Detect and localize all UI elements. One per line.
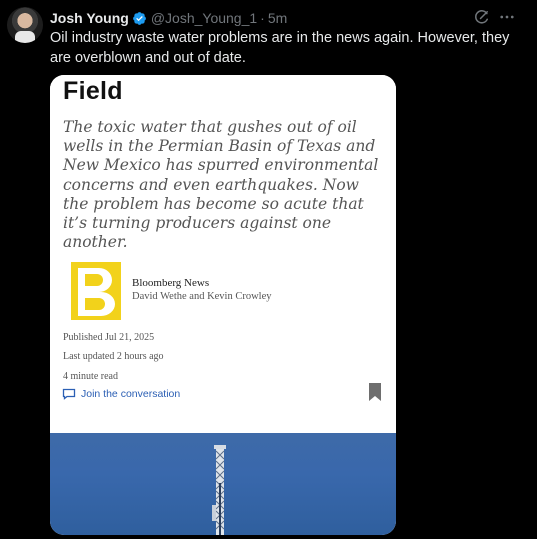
bookmark-icon[interactable] xyxy=(368,382,382,402)
article-image[interactable] xyxy=(50,433,396,535)
author-name[interactable]: Josh Young xyxy=(50,10,129,26)
publication-name: Bloomberg News xyxy=(132,277,210,289)
bloomberg-logo: B xyxy=(63,262,121,320)
tweet-text: Oil industry waste water problems are in… xyxy=(50,30,510,66)
more-icon[interactable] xyxy=(498,8,516,26)
author-handle[interactable]: @Josh_Young_1 xyxy=(151,10,257,26)
article-card[interactable]: Field The toxic water that gushes out of… xyxy=(50,75,396,535)
oil-rig-image xyxy=(212,445,226,535)
join-conversation-link[interactable]: Join the conversation xyxy=(62,388,180,400)
grok-icon[interactable] xyxy=(473,8,491,26)
separator-dot: · xyxy=(260,10,265,26)
chat-bubble-icon xyxy=(62,388,76,400)
read-time: 4 minute read xyxy=(63,371,118,382)
section-title: Field xyxy=(63,77,123,105)
avatar[interactable] xyxy=(7,7,43,43)
last-updated: Last updated 2 hours ago xyxy=(63,351,164,362)
verified-badge-icon xyxy=(132,11,146,25)
article-quote: The toxic water that gushes out of oil w… xyxy=(63,118,379,252)
join-conversation-label: Join the conversation xyxy=(81,388,181,400)
tweet-header: Josh Young @Josh_Young_1 · 5m xyxy=(50,9,287,27)
article-preview[interactable]: Field The toxic water that gushes out of… xyxy=(50,75,396,433)
published-date: Published Jul 21, 2025 xyxy=(63,332,155,343)
article-authors: David Wethe and Kevin Crowley xyxy=(132,291,272,302)
tweet-timestamp[interactable]: 5m xyxy=(268,10,287,26)
